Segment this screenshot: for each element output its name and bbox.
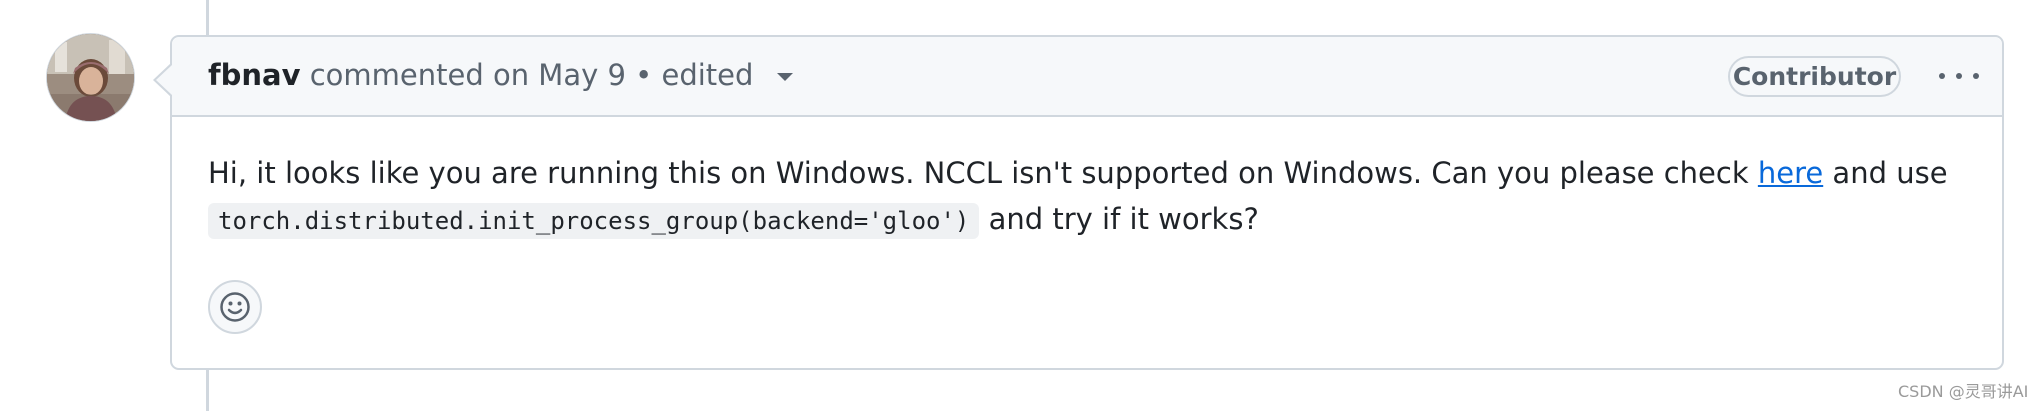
comment-timestamp[interactable]: commented on May 9 • edited (310, 58, 754, 92)
here-link[interactable]: here (1758, 156, 1823, 190)
avatar[interactable] (46, 33, 135, 122)
avatar-photo (47, 34, 134, 121)
code-snippet: torch.distributed.init_process_group(bac… (208, 203, 980, 239)
comment-line-2: torch.distributed.init_process_group(bac… (208, 196, 1968, 244)
contributor-badge: Contributor (1728, 56, 1901, 97)
kebab-dot (1956, 73, 1962, 79)
comment-header: fbnav commented on May 9 • edited Contri… (172, 37, 2002, 117)
body-text: and use (1823, 156, 1948, 190)
comment-pointer-fill (156, 65, 172, 95)
body-text: Hi, it looks like you are running this o… (208, 156, 1758, 190)
body-text: and try if it works? (979, 202, 1259, 236)
comment-meta: fbnav commented on May 9 • edited (208, 55, 793, 95)
author-link[interactable]: fbnav (208, 58, 301, 92)
smiley-icon (220, 292, 250, 322)
triangle-down-icon[interactable] (776, 73, 793, 81)
comment-body: Hi, it looks like you are running this o… (208, 150, 1968, 244)
kebab-horizontal-icon[interactable] (1937, 59, 1981, 93)
comment-line-1: Hi, it looks like you are running this o… (208, 150, 1968, 196)
comment-box: fbnav commented on May 9 • edited Contri… (170, 35, 2004, 370)
kebab-dot (1939, 73, 1945, 79)
add-reaction-button[interactable] (208, 280, 262, 334)
kebab-dot (1973, 73, 1979, 79)
watermark: CSDN @灵哥讲AI (1898, 382, 2029, 401)
